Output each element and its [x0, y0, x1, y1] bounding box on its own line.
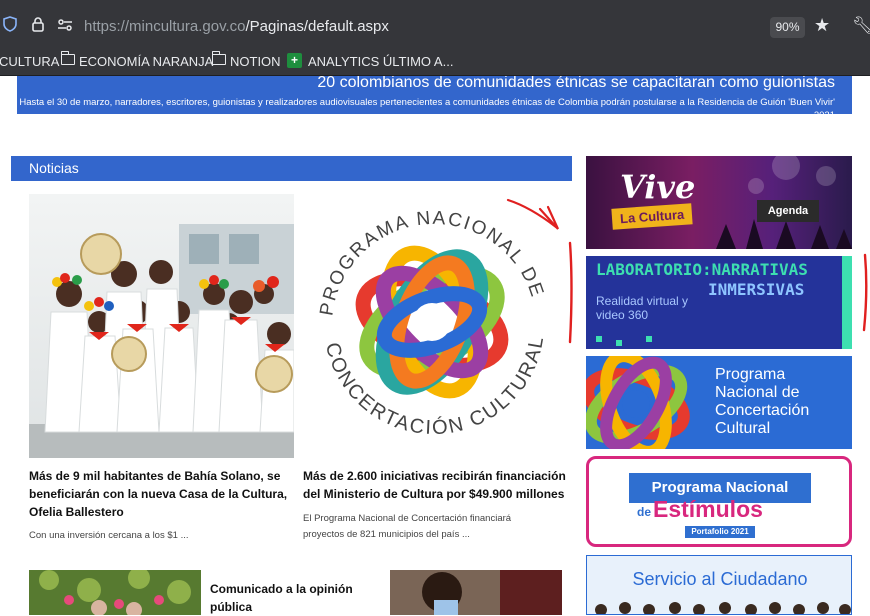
bookmark-cultura[interactable]: CULTURA: [0, 54, 59, 69]
news-header-label: Noticias: [29, 160, 79, 176]
browser-address-bar: https://mincultura.gov.co/Paginas/defaul…: [0, 0, 870, 46]
vive-title: Vive: [620, 168, 696, 206]
programa-concertacion-logo[interactable]: PROGRAMA NACIONAL DE CONCERTACIÓN CULTUR…: [304, 194, 564, 458]
news-title-bahia-solano[interactable]: Más de 9 mil habitantes de Bahía Solano,…: [29, 467, 295, 521]
news-photo-bahia-solano[interactable]: [29, 194, 294, 458]
news-title-comunicado[interactable]: Comunicado a la opinión pública: [210, 580, 370, 616]
url-field[interactable]: https://mincultura.gov.co/Paginas/defaul…: [84, 18, 389, 35]
bookmarks-bar: CULTURA ECONOMÍA NARANJA NOTION ANALYTIC…: [0, 46, 870, 76]
news-title-iniciativas[interactable]: Más de 2.600 iniciativas recibirán finan…: [303, 467, 567, 503]
lock-icon[interactable]: [30, 16, 46, 32]
news-thumb-portrait[interactable]: [390, 570, 562, 615]
news-section-header: Noticias: [11, 156, 572, 181]
url-host: https://mincultura.gov.co: [84, 18, 246, 35]
star-icon[interactable]: ★: [814, 16, 830, 34]
banner-servicio-ciudadano[interactable]: Servicio al Ciudadano: [586, 555, 852, 615]
wrench-icon[interactable]: 🔧︎: [852, 17, 870, 34]
banner-programa-estimulos[interactable]: Programa Nacional de Estímulos Portafoli…: [586, 456, 852, 547]
folder-icon: [211, 51, 226, 65]
analytics-favicon-icon: +: [287, 53, 302, 68]
news-summary-iniciativas: El Programa Nacional de Concertación fin…: [303, 513, 512, 540]
pne-de: de: [637, 505, 652, 519]
news-thumb-comunicado[interactable]: [29, 570, 201, 615]
news-summary-bahia-solano: Con una inversión cercana a los $1 ...: [29, 530, 189, 541]
banner-laboratorio-narrativas[interactable]: LABORATORIO:NARRATIVAS INMERSIVAS Realid…: [586, 256, 852, 349]
bookmark-notion[interactable]: NOTION: [230, 54, 281, 69]
agenda-button[interactable]: Agenda: [757, 200, 819, 222]
zoom-badge[interactable]: 90%: [770, 17, 805, 38]
bookmark-economia-naranja[interactable]: ECONOMÍA NARANJA: [79, 54, 213, 69]
url-path: /Paginas/default.aspx: [245, 18, 389, 35]
banner-title[interactable]: 20 colombianos de comunidades étnicas se…: [317, 76, 835, 92]
folder-icon: [60, 51, 75, 65]
shield-icon[interactable]: [2, 16, 18, 32]
pne-portafolio-badge: Portafolio 2021: [685, 526, 755, 538]
pne-estimulos: Estímulos: [653, 496, 763, 522]
banner-programa-concertacion[interactable]: Programa Nacional de Concertación Cultur…: [586, 356, 852, 449]
pnc-text: Programa Nacional de Concertación Cultur…: [715, 366, 810, 437]
banner-subtitle: Hasta el 30 de marzo, narradores, escrit…: [19, 97, 835, 114]
news-banner[interactable]: 20 colombianos de comunidades étnicas se…: [17, 76, 852, 114]
bookmark-analytics[interactable]: ANALYTICS ÚLTIMO A...: [308, 54, 453, 69]
site-settings-icon[interactable]: [57, 17, 73, 33]
banner-vive-la-cultura[interactable]: Vive La Cultura Agenda: [586, 156, 852, 249]
